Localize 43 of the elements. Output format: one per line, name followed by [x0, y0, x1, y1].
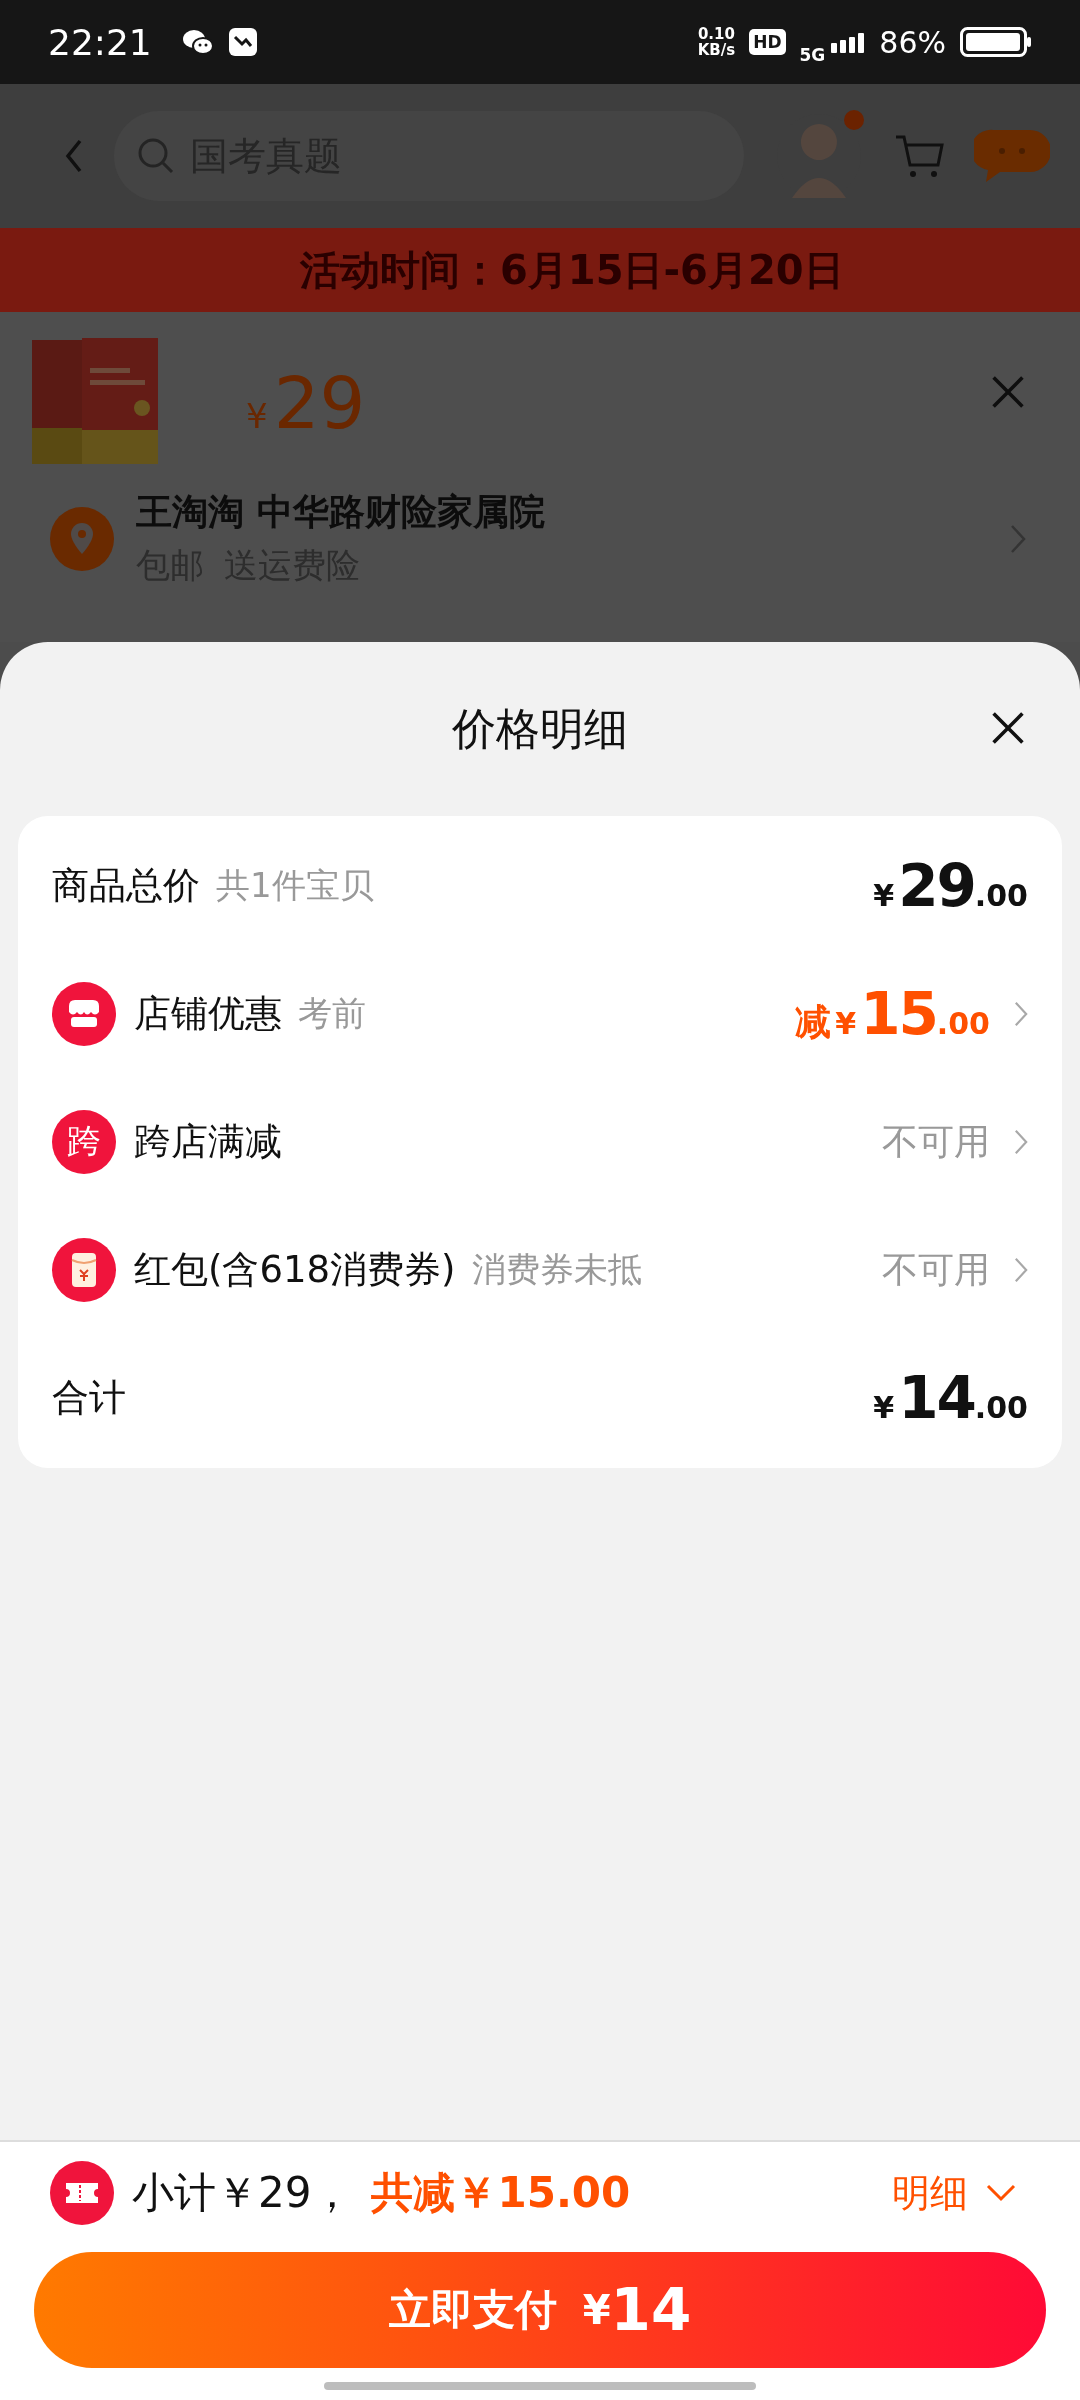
promo-period: 活动时间：6月15日-6月20日	[300, 245, 844, 295]
row-label: 跨店满减	[134, 1119, 282, 1165]
location-pin-icon	[50, 506, 114, 571]
sheet-title: 价格明细	[452, 701, 628, 756]
details-link[interactable]: 明细	[892, 2167, 968, 2219]
product-price: ¥29	[246, 361, 366, 445]
store-icon	[52, 982, 116, 1046]
chevron-icon[interactable]	[1014, 1129, 1028, 1155]
row-label: 合计	[52, 1375, 126, 1421]
chat-app-icon	[181, 28, 214, 56]
subtotal-text: 小计￥29，	[132, 2167, 354, 2219]
status-text: 不可用	[882, 1119, 990, 1164]
signal-icon	[831, 31, 866, 53]
search-icon	[136, 136, 176, 176]
network-type: 5G	[799, 45, 826, 65]
battery-icon	[960, 27, 1032, 57]
row-note: 考前	[298, 992, 366, 1035]
row-label: 红包(含618消费券)	[134, 1247, 456, 1293]
chevron-icon[interactable]	[1014, 1257, 1028, 1283]
mail-app-icon	[227, 27, 258, 57]
row-label: 店铺优惠	[134, 991, 282, 1037]
close-icon[interactable]	[990, 710, 1026, 746]
ticket-icon	[50, 2161, 114, 2225]
chevron-down-icon[interactable]	[986, 2184, 1016, 2202]
chevron-icon[interactable]	[1014, 1001, 1028, 1027]
address-name: 王淘淘 中华路财险家属院	[136, 490, 546, 534]
hd-badge: HD	[749, 29, 786, 55]
envelope-icon	[52, 1238, 116, 1302]
pay-now-button[interactable]: 立即支付 ¥14	[34, 2252, 1046, 2368]
price-amount: ¥14.00	[873, 1364, 1028, 1432]
cross-store-badge: 跨	[52, 1110, 116, 1174]
chevron-icon	[1010, 523, 1026, 554]
discount-text: 共减￥15.00	[371, 2167, 631, 2219]
row-note: 共1件宝贝	[216, 864, 374, 907]
status-time: 22:21	[48, 21, 152, 63]
battery-percent: 86%	[879, 24, 946, 60]
network-speed: 0.10 KB/s	[697, 26, 736, 58]
back-icon[interactable]	[64, 138, 84, 174]
row-note: 消费券未抵	[471, 1248, 642, 1291]
status-text: 不可用	[882, 1247, 990, 1292]
price-amount: ¥29.00	[873, 852, 1028, 920]
row-label: 商品总价	[52, 863, 200, 909]
price-amount: 减¥15.00	[795, 980, 990, 1048]
